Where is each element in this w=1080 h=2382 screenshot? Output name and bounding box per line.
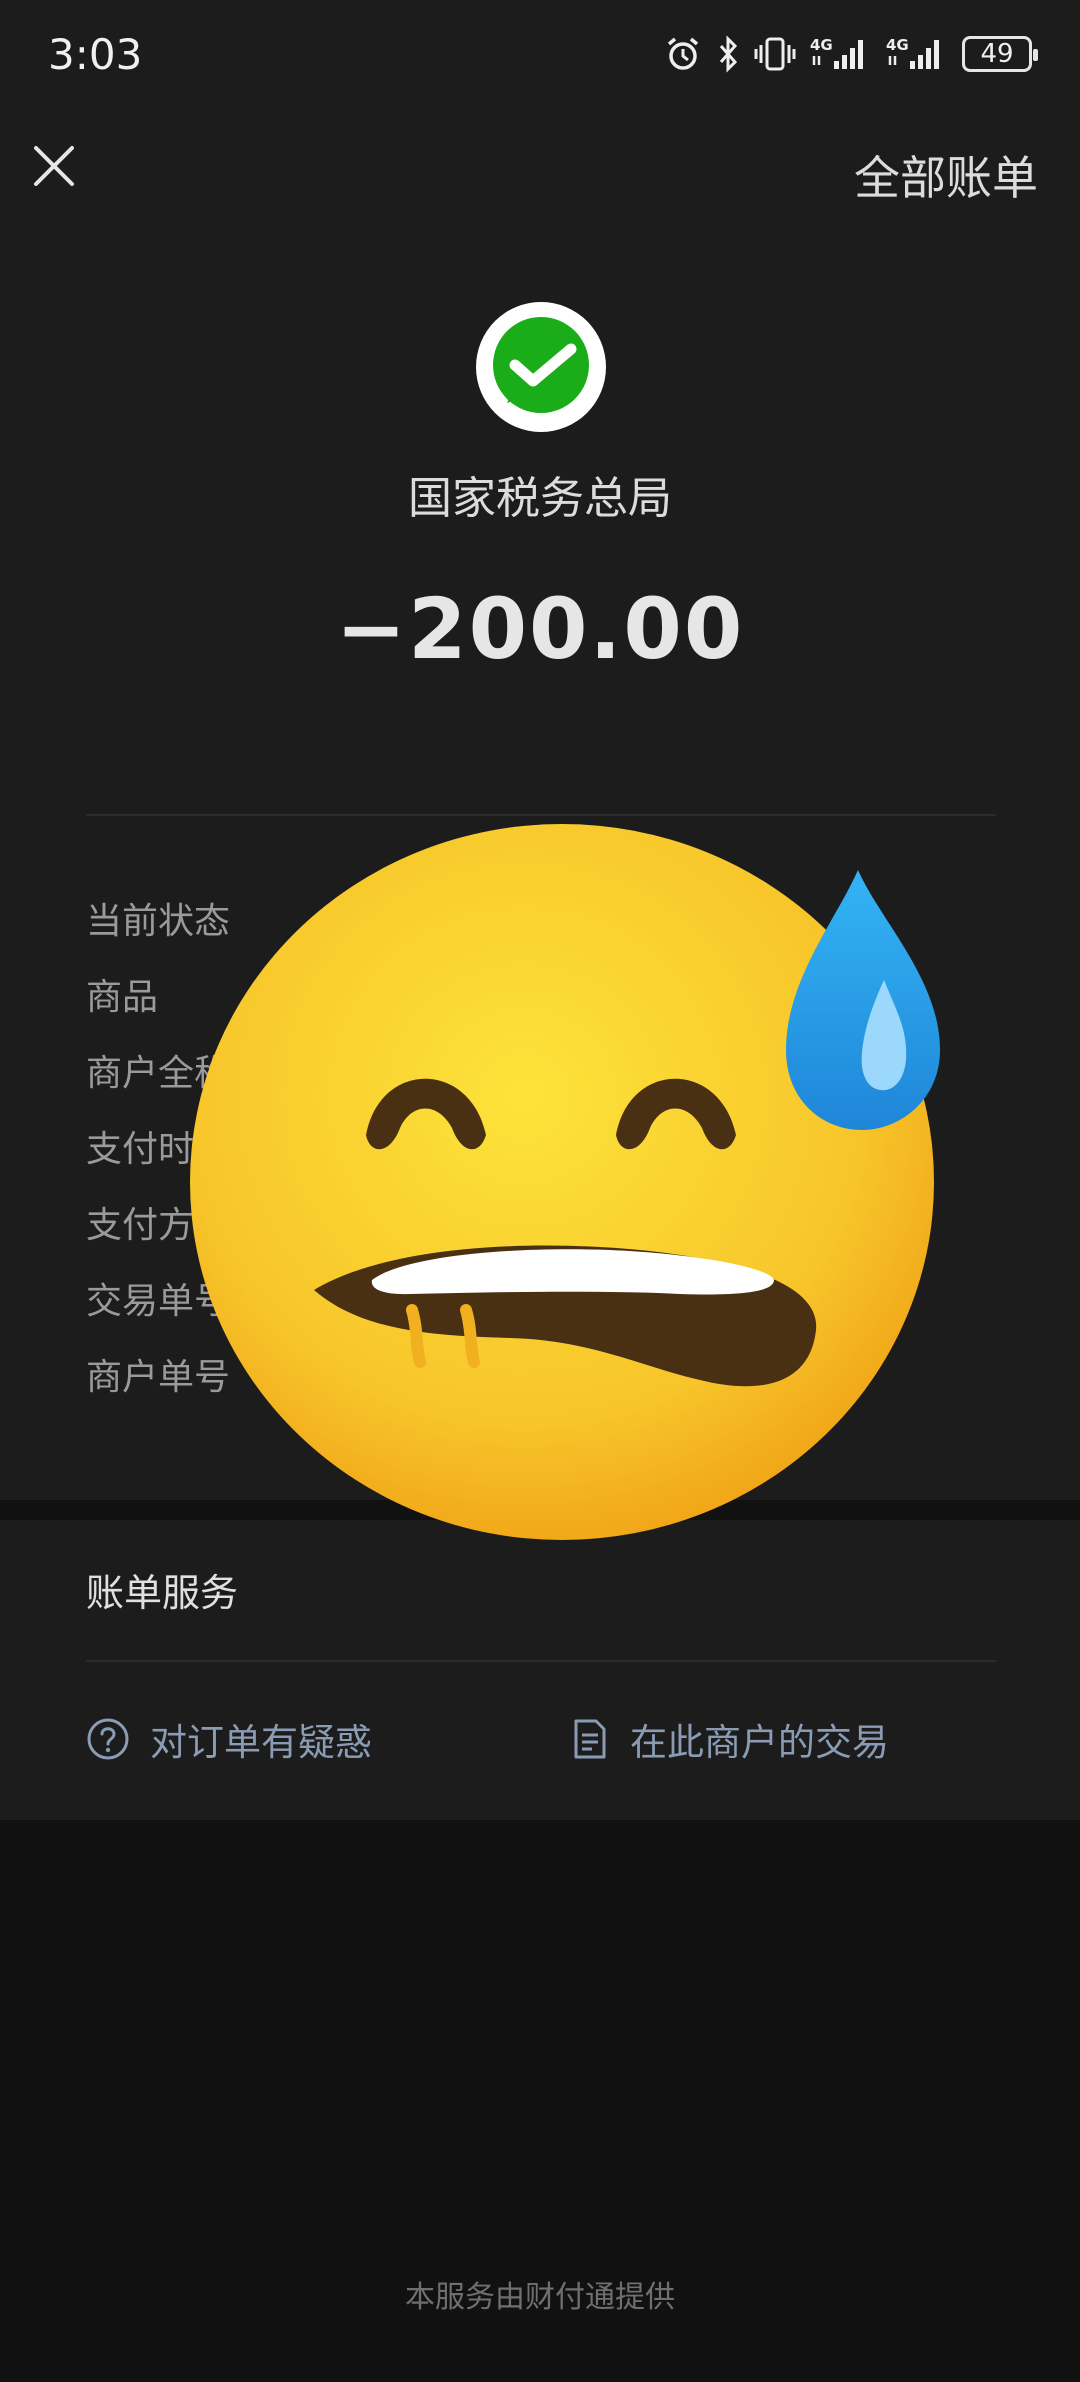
divider [86,1660,996,1662]
merchant-transactions-label: 在此商户的交易 [630,1721,889,1764]
svg-text:4G: 4G [810,36,833,54]
order-question-link[interactable]: 对订单有疑惑 [86,1712,372,1766]
vibrate-icon [754,37,796,71]
document-icon [574,1719,606,1759]
merchant-name: 国家税务总局 [408,473,672,524]
status-bar: 3:03 4G 4G 49 [0,0,1080,110]
merchant-logo [476,302,606,432]
merchant-transactions-link[interactable]: 在此商户的交易 [570,1712,889,1766]
close-button[interactable] [28,140,80,192]
sweat-grimace-emoji-sticker [190,824,940,1540]
question-circle-icon [87,1718,129,1760]
order-question-label: 对订单有疑惑 [150,1721,372,1764]
signal-4g-icon: 4G [886,36,939,69]
wechat-pay-icon [493,317,589,413]
battery-level: 49 [980,39,1014,69]
svg-text:4G: 4G [886,36,909,54]
detail-label: 商品 [86,977,159,1018]
battery-icon: 49 [962,36,1038,72]
signal-4g-icon: 4G [810,36,863,69]
close-icon [34,146,74,186]
transaction-amount: −200.00 [335,580,745,678]
bill-services-title: 账单服务 [86,1571,239,1615]
footer-provider-text: 本服务由财付通提供 [405,2280,675,2315]
status-time: 3:03 [48,30,143,79]
bluetooth-icon [719,35,738,73]
status-icons: 4G 4G 49 [664,34,1038,74]
all-bills-link[interactable]: 全部账单 [854,142,1038,208]
alarm-icon [667,37,699,70]
